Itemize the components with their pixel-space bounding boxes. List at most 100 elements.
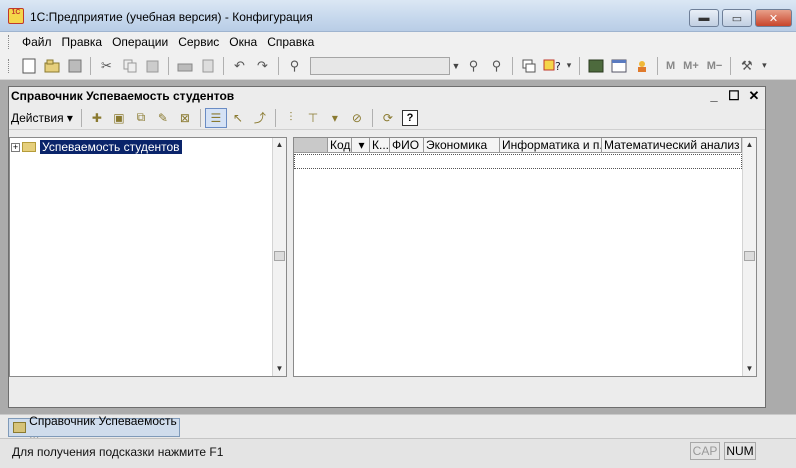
mdi-workspace: Справочник Успеваемость студентов _ ☐ ✕ … (0, 80, 796, 414)
hierarchy-view-icon[interactable]: ☰ (204, 107, 227, 128)
user-icon[interactable] (630, 55, 653, 77)
copy-icon[interactable] (118, 55, 141, 77)
list-header: Код ▾ К... ФИО Экономика Информатика и п… (294, 138, 742, 153)
toolbar-separator (730, 56, 732, 75)
expand-icon[interactable]: + (11, 142, 20, 152)
paste-icon[interactable] (141, 55, 164, 77)
menu-file[interactable]: Файл (17, 35, 57, 49)
print-icon[interactable] (173, 55, 196, 77)
menu-grip (8, 35, 11, 49)
scroll-down-icon[interactable]: ▼ (274, 363, 285, 375)
help-1c-icon[interactable]: ? (540, 55, 563, 77)
status-bar: Для получения подсказки нажмите F1 CAP N… (0, 438, 796, 468)
copy-item-icon[interactable]: ⧉ (130, 108, 152, 128)
child-minimize-button[interactable]: _ (705, 88, 723, 104)
col-k[interactable]: К... (370, 138, 390, 153)
child-restore-button[interactable]: ☐ (725, 88, 743, 104)
search-input[interactable] (310, 56, 450, 75)
cut-icon[interactable]: ✂ (95, 55, 118, 77)
col-icon[interactable] (294, 138, 328, 153)
scroll-up-icon[interactable]: ▲ (744, 139, 755, 151)
tree-node-label[interactable]: Успеваемость студентов (40, 140, 182, 154)
menu-bar: Файл Правка Операции Сервис Окна Справка (0, 32, 796, 52)
col-sort-icon[interactable]: ▾ (352, 138, 370, 153)
find-next-icon[interactable]: ⚲ (462, 55, 485, 77)
edit-item-icon[interactable]: ✎ (152, 108, 174, 128)
items-list[interactable]: Код ▾ К... ФИО Экономика Информатика и п… (293, 137, 757, 377)
list-new-row[interactable] (294, 154, 742, 169)
delete-item-icon[interactable]: ⊠ (174, 108, 196, 128)
toolbar-separator (199, 108, 201, 127)
taskbar-item-catalog[interactable]: Справочник Успеваемость ... (8, 414, 180, 442)
scroll-down-icon[interactable]: ▼ (744, 363, 755, 375)
redo-icon[interactable]: ↷ (251, 55, 274, 77)
tools-icon[interactable]: ⚒ (735, 55, 758, 77)
col-fio[interactable]: ФИО (390, 138, 424, 153)
menu-operations[interactable]: Операции (107, 35, 173, 49)
menu-edit[interactable]: Правка (57, 35, 108, 49)
find-prev-icon[interactable]: ⚲ (485, 55, 508, 77)
menu-help[interactable]: Справка (262, 35, 319, 49)
window-title-bar: 1C 1С:Предприятие (учебная версия) - Кон… (0, 0, 796, 32)
svg-text:?: ? (555, 60, 561, 73)
menu-service[interactable]: Сервис (173, 35, 224, 49)
filter-list-icon[interactable]: ⊤ (302, 108, 324, 128)
minimize-button[interactable]: ▬ (689, 9, 719, 27)
tools-dropdown-icon[interactable]: ▾ (758, 57, 770, 75)
maximize-button[interactable]: ▭ (722, 9, 752, 27)
filter-icon[interactable]: ⫶ (280, 108, 302, 128)
scroll-thumb[interactable] (744, 251, 755, 261)
col-economics[interactable]: Экономика (424, 138, 500, 153)
toolbar-separator (223, 56, 224, 75)
toolbar-separator (579, 56, 580, 75)
memory-plus-button[interactable]: M+ (679, 60, 703, 72)
undo-icon[interactable]: ↶ (228, 55, 251, 77)
child-close-button[interactable]: ✕ (745, 88, 763, 104)
catalog-window: Справочник Успеваемость студентов _ ☐ ✕ … (8, 86, 766, 408)
list-scrollbar[interactable]: ▲ ▼ (742, 138, 756, 376)
folder-icon (22, 142, 36, 152)
calculator-icon[interactable] (584, 55, 607, 77)
col-code[interactable]: Код (328, 138, 352, 153)
windows-icon[interactable] (517, 55, 540, 77)
help-dropdown-icon[interactable]: ▾ (563, 57, 575, 75)
search-dropdown-icon[interactable]: ▼ (450, 57, 462, 75)
level-up-icon[interactable]: ⤴ (249, 108, 271, 128)
actions-menu-button[interactable]: Действия ▾ (9, 111, 77, 125)
scroll-thumb[interactable] (274, 251, 285, 261)
toolbar-separator (371, 108, 373, 127)
close-button[interactable]: ✕ (755, 9, 792, 27)
add-item-icon[interactable]: ✚ (86, 108, 108, 128)
col-math-analysis[interactable]: Математический анализ (602, 138, 742, 153)
filter-dropdown-icon[interactable]: ▾ (324, 108, 346, 128)
open-folder-icon[interactable] (40, 55, 63, 77)
save-icon[interactable] (63, 55, 86, 77)
status-hint: Для получения подсказки нажмите F1 (12, 445, 224, 459)
memory-minus-button[interactable]: M− (703, 60, 727, 72)
catalog-icon (13, 422, 27, 433)
memory-m-button[interactable]: M (662, 60, 679, 72)
scroll-up-icon[interactable]: ▲ (274, 139, 285, 151)
window-title: 1С:Предприятие (учебная версия) - Конфиг… (30, 10, 313, 24)
calendar-icon[interactable] (607, 55, 630, 77)
toolbar-separator (274, 108, 276, 127)
catalog-window-title: Справочник Успеваемость студентов (9, 87, 765, 105)
toolbar-separator (657, 56, 658, 75)
toolbar-separator (278, 56, 279, 75)
window-taskbar: Справочник Успеваемость ... (0, 414, 796, 442)
help-button[interactable]: ? (401, 109, 418, 126)
toolbar-grip (8, 58, 11, 73)
catalog-toolbar: Действия ▾ ✚ ▣ ⧉ ✎ ⊠ ☰ ↖ ⤴ ⫶ ⊤ ▾ ⊘ ⟳ ? (9, 106, 765, 130)
groups-tree[interactable]: + Успеваемость студентов ▲ ▼ (9, 137, 287, 377)
tree-node-root[interactable]: + Успеваемость студентов (10, 140, 182, 154)
preview-icon[interactable] (196, 55, 219, 77)
menu-windows[interactable]: Окна (224, 35, 262, 49)
find-icon[interactable]: ⚲ (283, 55, 306, 77)
clear-filter-icon[interactable]: ⊘ (346, 108, 368, 128)
tree-scrollbar[interactable]: ▲ ▼ (272, 138, 286, 376)
select-cursor-icon[interactable]: ↖ (227, 108, 249, 128)
col-informatics[interactable]: Информатика и п... (500, 138, 602, 153)
refresh-icon[interactable]: ⟳ (377, 108, 399, 128)
new-document-icon[interactable] (17, 55, 40, 77)
add-group-icon[interactable]: ▣ (108, 108, 130, 128)
